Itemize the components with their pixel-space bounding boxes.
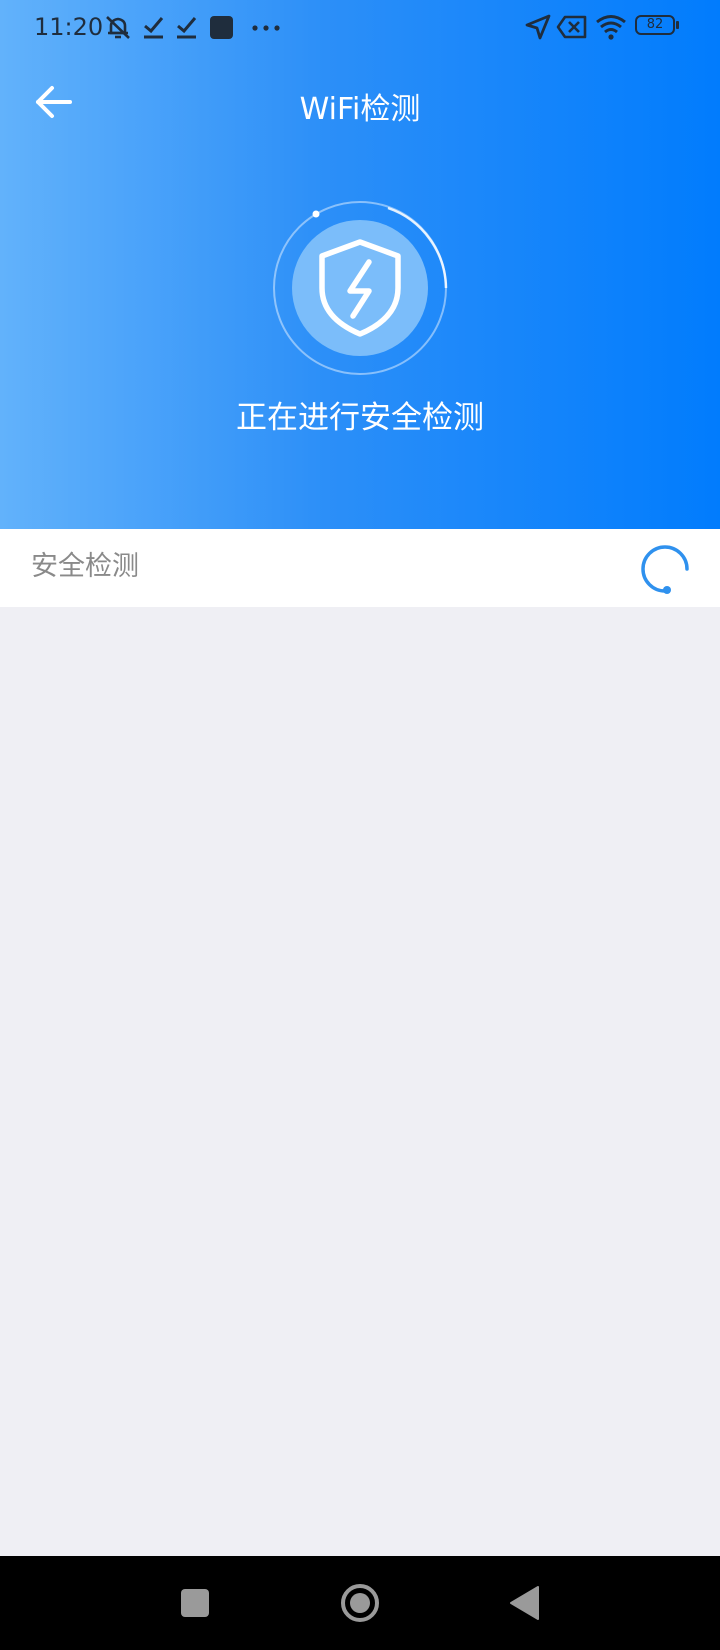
page-title: WiFi检测 [299,92,421,127]
check-item-label: 安全检测 [31,551,139,582]
battery-level: 82 [646,17,664,32]
data-off-icon [556,15,587,39]
shield-lightning-icon [273,201,448,375]
status-bar: 11:20 82 [0,0,720,56]
more-dots-icon [252,25,280,31]
check-mark-icon [144,17,164,39]
check-list-item: 安全检测 [0,529,720,607]
loading-spinner-icon [641,545,689,594]
check-mark-icon [177,17,197,39]
notifications-muted-icon [106,16,130,39]
navigation-bar [0,1556,720,1650]
home-icon[interactable] [332,1576,388,1632]
app-square-icon [210,16,233,39]
status-time: 11:20 [34,13,104,41]
back-triangle-icon[interactable] [498,1576,554,1632]
recent-apps-icon[interactable] [167,1576,223,1632]
location-arrow-icon [525,14,551,40]
wifi-icon [596,15,626,40]
battery-icon: 82 [635,15,681,39]
scan-status-text: 正在进行安全检测 [236,400,484,436]
